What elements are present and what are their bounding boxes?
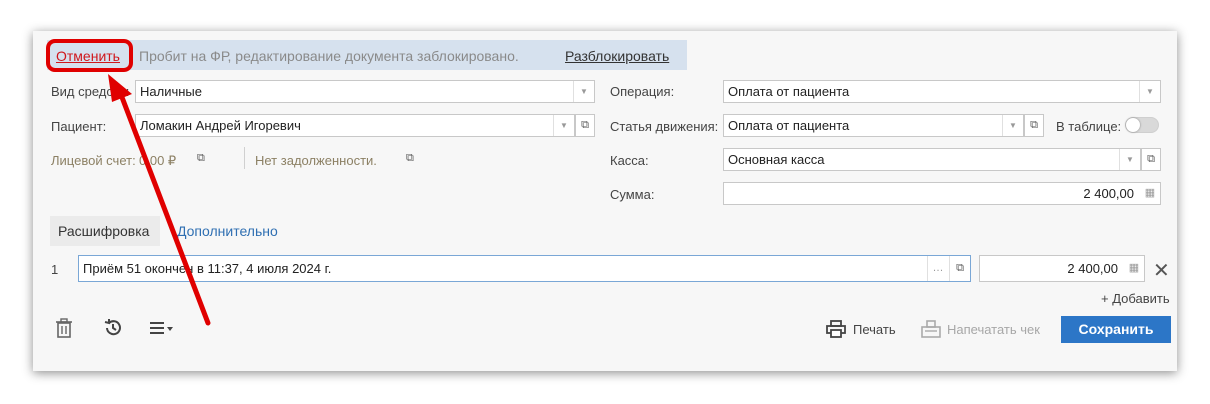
open-link-icon: ⧉	[1030, 119, 1038, 131]
in-table-label: В таблице:	[1056, 119, 1122, 134]
highlight-callout	[46, 39, 133, 72]
open-link-icon: ⧉	[1147, 153, 1155, 165]
row-number: 1	[51, 262, 59, 277]
add-row-link[interactable]: + Добавить	[1101, 291, 1170, 306]
account-label: Лицевой счет:	[51, 153, 136, 168]
sum-label: Сумма:	[610, 187, 655, 202]
calculator-icon[interactable]: ▦	[1140, 183, 1160, 204]
unlock-link[interactable]: Разблокировать	[565, 48, 669, 64]
calculator-icon[interactable]: ▦	[1124, 256, 1144, 281]
operation-label: Операция:	[610, 84, 675, 99]
open-link-icon[interactable]: ⧉	[406, 152, 414, 165]
cashbox-select[interactable]: Основная касса ▼	[723, 148, 1141, 171]
save-button[interactable]: Сохранить	[1061, 316, 1171, 343]
open-link-icon: ⧉	[581, 119, 589, 131]
movement-select[interactable]: Оплата от пациента ▼	[723, 114, 1024, 137]
sum-input[interactable]: 2 400,00 ▦	[723, 182, 1161, 205]
receipt-printer-icon	[921, 320, 941, 341]
in-table-toggle[interactable]	[1125, 117, 1159, 133]
row-description-input[interactable]: Приём 51 окончен в 11:37, 4 июля 2024 г.…	[78, 255, 971, 282]
menu-icon[interactable]	[149, 318, 175, 343]
operation-value: Оплата от пациента	[728, 84, 850, 99]
close-icon[interactable]: ✕	[1153, 258, 1170, 283]
fund-type-label: Вид средств:	[51, 84, 130, 99]
chevron-down-icon[interactable]: ▼	[1119, 149, 1140, 170]
chevron-down-icon[interactable]: ▼	[573, 81, 594, 102]
print-receipt-button: Напечатать чек	[947, 322, 1040, 337]
patient-label: Пациент:	[51, 119, 107, 134]
cashbox-value: Основная касса	[728, 152, 825, 167]
row-description-value: Приём 51 окончен в 11:37, 4 июля 2024 г.	[83, 261, 332, 276]
tab-breakdown[interactable]: Расшифровка	[50, 216, 160, 246]
patient-select[interactable]: Ломакин Андрей Игоревич ▼	[135, 114, 575, 137]
row-amount-value: 2 400,00	[1067, 261, 1118, 276]
patient-open-button[interactable]: ⧉	[575, 114, 595, 137]
movement-label: Статья движения:	[610, 119, 719, 134]
ellipsis-icon[interactable]: …	[927, 256, 948, 281]
fund-type-select[interactable]: Наличные ▼	[135, 80, 595, 103]
movement-value: Оплата от пациента	[728, 118, 850, 133]
printer-icon[interactable]	[826, 320, 846, 341]
cashbox-open-button[interactable]: ⧉	[1141, 148, 1161, 171]
open-link-icon[interactable]: ⧉	[197, 152, 205, 165]
movement-open-button[interactable]: ⧉	[1024, 114, 1044, 137]
cashbox-label: Касса:	[610, 153, 649, 168]
lock-banner: Отменить Пробит на ФР, редактирование до…	[47, 40, 687, 70]
toggle-knob	[1126, 118, 1140, 132]
chevron-down-icon[interactable]: ▼	[1139, 81, 1160, 102]
open-link-icon[interactable]: ⧉	[949, 256, 970, 281]
chevron-down-icon[interactable]: ▼	[1002, 115, 1023, 136]
history-icon[interactable]	[103, 318, 123, 343]
print-button[interactable]: Печать	[853, 322, 896, 337]
debt-status: Нет задолженности.	[255, 153, 377, 168]
document-panel: Отменить Пробит на ФР, редактирование до…	[33, 31, 1177, 371]
sum-value: 2 400,00	[1083, 186, 1134, 201]
tab-breakdown-label: Расшифровка	[58, 223, 150, 239]
row-amount-input[interactable]: 2 400,00 ▦	[979, 255, 1145, 282]
chevron-down-icon[interactable]: ▼	[553, 115, 574, 136]
lock-message: Пробит на ФР, редактирование документа з…	[139, 48, 519, 64]
tab-additional[interactable]: Дополнительно	[177, 223, 278, 239]
fund-type-value: Наличные	[140, 84, 202, 99]
trash-icon[interactable]	[55, 318, 73, 343]
account-value: 0,00 ₽	[139, 153, 177, 168]
operation-select[interactable]: Оплата от пациента ▼	[723, 80, 1161, 103]
divider	[244, 147, 245, 169]
patient-value: Ломакин Андрей Игоревич	[140, 118, 301, 133]
